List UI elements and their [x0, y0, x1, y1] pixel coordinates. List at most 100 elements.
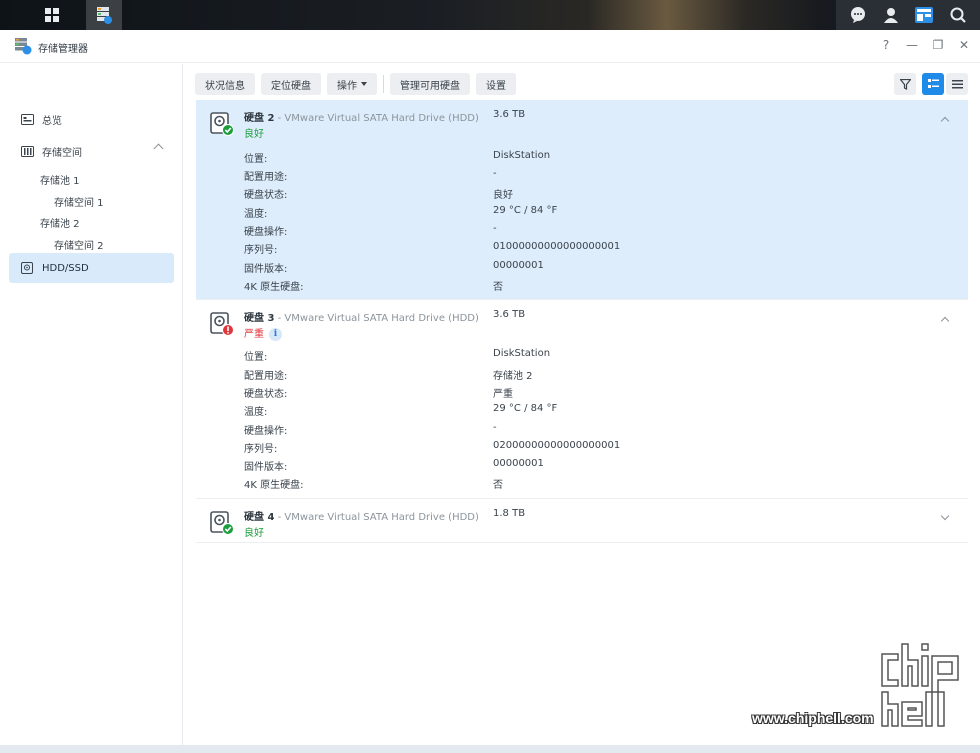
filter-button[interactable]: [894, 73, 916, 95]
status-info-button[interactable]: 状况信息: [195, 73, 255, 95]
list-view-button[interactable]: [946, 73, 968, 95]
detail-label: 硬盘操作:: [244, 227, 288, 238]
hdd-critical-icon: [210, 312, 234, 336]
disk-title: 硬盘 4 - VMware Virtual SATA Hard Drive (H…: [244, 508, 479, 523]
grid-icon: [45, 8, 59, 22]
disk-health-status: 良好: [244, 528, 264, 539]
toolbar-divider: [383, 75, 384, 93]
detail-value: 29 °C / 84 °F: [493, 403, 558, 414]
chevron-up-icon[interactable]: [940, 116, 950, 126]
sidebar: 总览 存储空间 存储池 1 存储空间 1 存储池 2 存储空间 2 HDD/SS…: [0, 64, 183, 753]
view-switcher: [894, 73, 968, 95]
locate-disk-button[interactable]: 定位硬盘: [261, 73, 321, 95]
disk-size: 3.6 TB: [493, 309, 526, 320]
sidebar-item-pool2[interactable]: 存储池 2: [40, 215, 80, 230]
filter-icon: [899, 78, 911, 90]
taskbar: [0, 0, 980, 30]
info-icon[interactable]: i: [269, 327, 282, 341]
sidebar-item-label: 存储空间: [42, 147, 82, 159]
detail-value: 否: [493, 480, 503, 491]
detail-value: 29 °C / 84 °F: [493, 205, 558, 216]
detail-label: 固件版本:: [244, 462, 288, 473]
search-icon[interactable]: [950, 7, 966, 23]
disk-model: - VMware Virtual SATA Hard Drive (HDD): [274, 113, 479, 124]
taskbar-tray: [836, 0, 980, 30]
detail-label: 温度:: [244, 209, 268, 220]
main-menu-button[interactable]: [34, 0, 70, 30]
detail-value: 存储池 2: [493, 371, 533, 382]
disk-row[interactable]: 硬盘 3 - VMware Virtual SATA Hard Drive (H…: [196, 300, 968, 499]
storage-manager-icon: [15, 38, 32, 55]
disk-title: 硬盘 3 - VMware Virtual SATA Hard Drive (H…: [244, 309, 479, 324]
detail-value: 01000000000000000001: [493, 241, 621, 252]
disk-health-status: 严重 i: [244, 325, 282, 341]
window-title: 存储管理器: [38, 44, 88, 55]
disk-health-status: 良好: [244, 129, 264, 140]
detail-value: 严重: [493, 389, 513, 400]
detail-label: 硬盘状态:: [244, 190, 288, 201]
detail-label: 温度:: [244, 407, 268, 418]
storage-manager-icon: [97, 7, 112, 24]
detail-value: DiskStation: [493, 150, 551, 161]
detail-label: 配置用途:: [244, 371, 288, 382]
manage-available-disks-button[interactable]: 管理可用硬盘: [390, 73, 470, 95]
disk-row[interactable]: 硬盘 2 - VMware Virtual SATA Hard Drive (H…: [196, 100, 968, 300]
help-icon[interactable]: ?: [880, 38, 892, 52]
detail-value: 02000000000000000001: [493, 440, 621, 451]
caret-down-icon: [361, 82, 367, 86]
sidebar-item-hdd-ssd[interactable]: HDD/SSD: [9, 253, 174, 283]
detail-label: 序列号:: [244, 245, 278, 256]
detail-label: 4K 原生硬盘:: [244, 282, 304, 293]
detail-value: -: [493, 223, 497, 234]
sidebar-item-vol1[interactable]: 存储空间 1: [54, 194, 104, 209]
disk-health-label: 严重: [244, 329, 264, 340]
action-dropdown-button[interactable]: 操作: [327, 73, 377, 95]
window-controls: ? — ❐ ✕: [880, 38, 970, 52]
bottom-strip: [0, 745, 980, 753]
disk-model: - VMware Virtual SATA Hard Drive (HDD): [274, 313, 479, 324]
disk-size: 1.8 TB: [493, 508, 526, 519]
sidebar-item-storage[interactable]: 存储空间: [9, 136, 174, 166]
disk-name: 硬盘 2: [244, 113, 275, 124]
hdd-ok-icon: [210, 511, 234, 535]
watermark-url: www.chiphell.com: [752, 710, 874, 726]
restore-icon[interactable]: ❐: [932, 38, 944, 52]
chevron-up-icon[interactable]: [940, 316, 950, 326]
detail-list-icon: [927, 79, 939, 88]
detail-view-button[interactable]: [922, 73, 944, 95]
chevron-down-icon[interactable]: [940, 511, 950, 521]
detail-label: 位置:: [244, 352, 268, 363]
sidebar-item-vol2[interactable]: 存储空间 2: [54, 237, 104, 252]
detail-value: -: [493, 168, 497, 179]
disk-name: 硬盘 4: [244, 512, 275, 523]
chiphell-logo: [881, 643, 959, 727]
sidebar-item-pool1[interactable]: 存储池 1: [40, 172, 80, 187]
disk-row[interactable]: 硬盘 4 - VMware Virtual SATA Hard Drive (H…: [196, 499, 968, 543]
sidebar-item-label: HDD/SSD: [42, 262, 89, 274]
detail-label: 4K 原生硬盘:: [244, 480, 304, 491]
chevron-up-icon[interactable]: [153, 143, 164, 154]
sidebar-item-label: 总览: [42, 115, 62, 127]
detail-value: 良好: [493, 190, 513, 201]
detail-value: 00000001: [493, 260, 544, 271]
detail-value: 00000001: [493, 458, 544, 469]
detail-label: 硬盘状态:: [244, 389, 288, 400]
list-icon: [951, 79, 963, 88]
detail-label: 位置:: [244, 154, 268, 165]
toolbar: 状况信息 定位硬盘 操作 管理可用硬盘 设置: [195, 73, 516, 95]
window-titlebar[interactable]: 存储管理器 ? — ❐ ✕: [0, 30, 980, 63]
overview-icon: [20, 112, 34, 126]
widget-icon[interactable]: [915, 7, 934, 23]
sidebar-item-overview[interactable]: 总览: [9, 104, 174, 134]
disk-title: 硬盘 2 - VMware Virtual SATA Hard Drive (H…: [244, 109, 479, 124]
storage-manager-taskbar-button[interactable]: [86, 0, 122, 30]
settings-button[interactable]: 设置: [476, 73, 516, 95]
user-icon[interactable]: [883, 7, 899, 23]
close-icon[interactable]: ✕: [958, 38, 970, 52]
disk-size: 3.6 TB: [493, 109, 526, 120]
chat-icon[interactable]: [850, 7, 866, 23]
hdd-icon: [20, 261, 34, 275]
detail-label: 固件版本:: [244, 264, 288, 275]
minimize-icon[interactable]: —: [906, 38, 918, 52]
detail-label: 硬盘操作:: [244, 426, 288, 437]
